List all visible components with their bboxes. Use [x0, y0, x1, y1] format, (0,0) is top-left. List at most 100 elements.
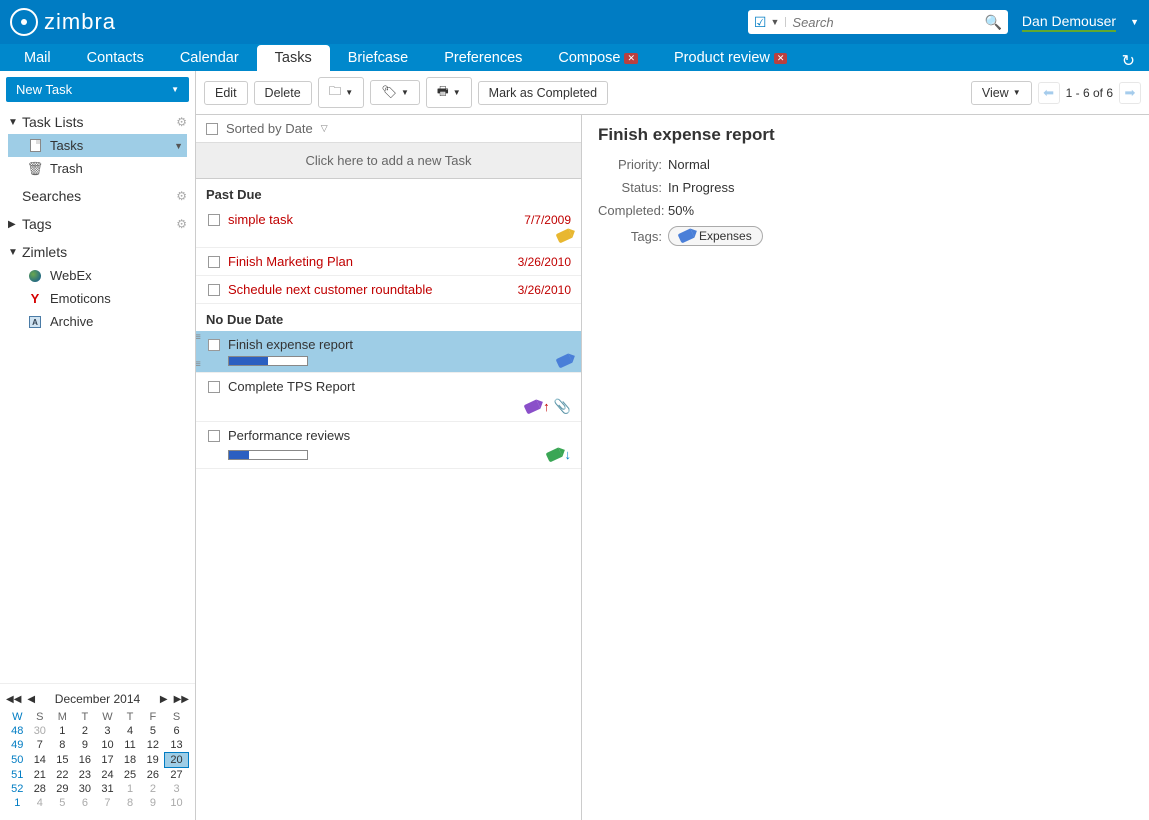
calendar-day[interactable]: 1 [119, 782, 142, 796]
calendar-day[interactable]: 9 [74, 738, 97, 753]
calendar-day[interactable]: 8 [119, 796, 142, 810]
calendar-day[interactable]: 12 [141, 738, 164, 753]
calendar-day[interactable]: 11 [119, 738, 142, 753]
calendar-day[interactable]: 4 [119, 724, 142, 738]
calendar-day[interactable]: 5 [141, 724, 164, 738]
sort-indicator-icon[interactable]: ▽ [321, 123, 328, 134]
sidebar-section-searches[interactable]: Searches ⚙ [8, 184, 187, 208]
dropdown-caret-icon[interactable]: ▼ [174, 141, 183, 151]
task-row[interactable]: Finish Marketing Plan3/26/2010 [196, 248, 581, 276]
calendar-day[interactable]: 24 [96, 768, 119, 783]
new-task-button[interactable]: New Task ▼ [6, 77, 189, 102]
calendar-day[interactable]: 7 [29, 738, 52, 753]
task-row[interactable]: Performance reviews↓ [196, 422, 581, 469]
calendar-day[interactable]: 1 [51, 724, 74, 738]
calendar-day[interactable]: 6 [74, 796, 97, 810]
calendar-day[interactable]: 7 [96, 796, 119, 810]
task-checkbox[interactable] [208, 339, 220, 351]
dropdown-caret-icon[interactable]: ▼ [770, 17, 786, 27]
task-checkbox[interactable] [208, 214, 220, 226]
calendar-day[interactable]: 26 [141, 768, 164, 783]
next-year-icon[interactable]: ▶▶ [174, 694, 189, 705]
add-task-row[interactable]: Click here to add a new Task [196, 143, 581, 179]
tab-mail[interactable]: Mail [6, 45, 69, 71]
tab-contacts[interactable]: Contacts [69, 45, 162, 71]
tab-compose[interactable]: Compose✕ [540, 45, 656, 71]
calendar-day[interactable]: 10 [96, 738, 119, 753]
sidebar-section-task-lists[interactable]: ▼ Task Lists ⚙ [8, 110, 187, 134]
calendar-day[interactable]: 5 [51, 796, 74, 810]
search-icon[interactable]: 🔍 [984, 14, 1001, 31]
view-menu-button[interactable]: View▼ [971, 81, 1032, 105]
calendar-day[interactable]: 17 [96, 753, 119, 768]
search-box[interactable]: ☑ ▼ 🔍 [748, 10, 1008, 34]
dropdown-caret-icon[interactable]: ▼ [171, 85, 179, 94]
calendar-day[interactable]: 10 [165, 796, 189, 810]
calendar-day[interactable]: 2 [141, 782, 164, 796]
tab-calendar[interactable]: Calendar [162, 45, 257, 71]
task-row[interactable]: Finish expense report [196, 331, 581, 373]
mark-completed-button[interactable]: Mark as Completed [478, 81, 608, 105]
dropdown-caret-icon[interactable]: ▼ [1130, 17, 1139, 27]
task-checkbox[interactable] [208, 430, 220, 442]
close-icon[interactable]: ✕ [624, 53, 638, 64]
sidebar-item-tasks[interactable]: Tasks ▼ [8, 134, 187, 157]
list-header[interactable]: Sorted by Date ▽ [196, 115, 581, 143]
sidebar-section-zimlets[interactable]: ▼ Zimlets [8, 240, 187, 264]
calendar-day[interactable]: 20 [165, 753, 189, 768]
refresh-icon[interactable]: ↻ [1108, 51, 1149, 71]
tab-product-review[interactable]: Product review✕ [656, 45, 805, 71]
calendar-day[interactable]: 13 [165, 738, 189, 753]
calendar-day[interactable]: 18 [119, 753, 142, 768]
calendar-day[interactable]: 6 [165, 724, 189, 738]
calendar-day[interactable]: 30 [74, 782, 97, 796]
tab-tasks[interactable]: Tasks [257, 45, 330, 71]
prev-page-button[interactable]: ⬅ [1038, 82, 1060, 104]
search-input[interactable] [786, 15, 984, 30]
prev-month-icon[interactable]: ◀ [27, 694, 35, 705]
tab-preferences[interactable]: Preferences [426, 45, 540, 71]
calendar-day[interactable]: 3 [165, 782, 189, 796]
gear-icon[interactable]: ⚙ [176, 115, 187, 129]
gear-icon[interactable]: ⚙ [176, 189, 187, 203]
calendar-day[interactable]: 9 [141, 796, 164, 810]
calendar-day[interactable]: 16 [74, 753, 97, 768]
sidebar-item-trash[interactable]: 🗑 Trash [8, 157, 187, 180]
close-icon[interactable]: ✕ [774, 53, 788, 64]
calendar-day[interactable]: 27 [165, 768, 189, 783]
calendar-day[interactable]: 4 [29, 796, 52, 810]
calendar-day[interactable]: 2 [74, 724, 97, 738]
calendar-day[interactable]: 25 [119, 768, 142, 783]
tag-menu-button[interactable]: 🏷▼ [370, 80, 420, 105]
delete-button[interactable]: Delete [254, 81, 312, 105]
next-month-icon[interactable]: ▶ [160, 694, 168, 705]
tab-briefcase[interactable]: Briefcase [330, 45, 426, 71]
calendar-day[interactable]: 14 [29, 753, 52, 768]
task-checkbox[interactable] [208, 284, 220, 296]
calendar-day[interactable]: 15 [51, 753, 74, 768]
calendar-day[interactable]: 30 [29, 724, 52, 738]
edit-button[interactable]: Edit [204, 81, 248, 105]
calendar-day[interactable]: 29 [51, 782, 74, 796]
tag-chip[interactable]: Expenses [668, 226, 763, 246]
task-row[interactable]: Complete TPS Report↑📎 [196, 373, 581, 422]
task-checkbox[interactable] [208, 256, 220, 268]
sidebar-item-webex[interactable]: WebEx [8, 264, 187, 287]
calendar-day[interactable]: 21 [29, 768, 52, 783]
calendar-day[interactable]: 23 [74, 768, 97, 783]
calendar-day[interactable]: 28 [29, 782, 52, 796]
gear-icon[interactable]: ⚙ [176, 217, 187, 231]
task-checkbox[interactable] [208, 381, 220, 393]
user-menu[interactable]: Dan Demouser [1022, 13, 1116, 32]
search-scope-icon[interactable]: ☑ [754, 14, 771, 31]
sidebar-section-tags[interactable]: ▶ Tags ⚙ [8, 212, 187, 236]
task-row[interactable]: Schedule next customer roundtable3/26/20… [196, 276, 581, 304]
calendar-day[interactable]: 22 [51, 768, 74, 783]
next-page-button[interactable]: ➡ [1119, 82, 1141, 104]
calendar-day[interactable]: 19 [141, 753, 164, 768]
sidebar-item-archive[interactable]: AArchive [8, 310, 187, 333]
select-all-checkbox[interactable] [206, 123, 218, 135]
prev-year-icon[interactable]: ◀◀ [6, 694, 21, 705]
print-menu-button[interactable]: 🖶▼ [426, 77, 472, 108]
folder-menu-button[interactable]: 🗀▼ [318, 77, 364, 108]
